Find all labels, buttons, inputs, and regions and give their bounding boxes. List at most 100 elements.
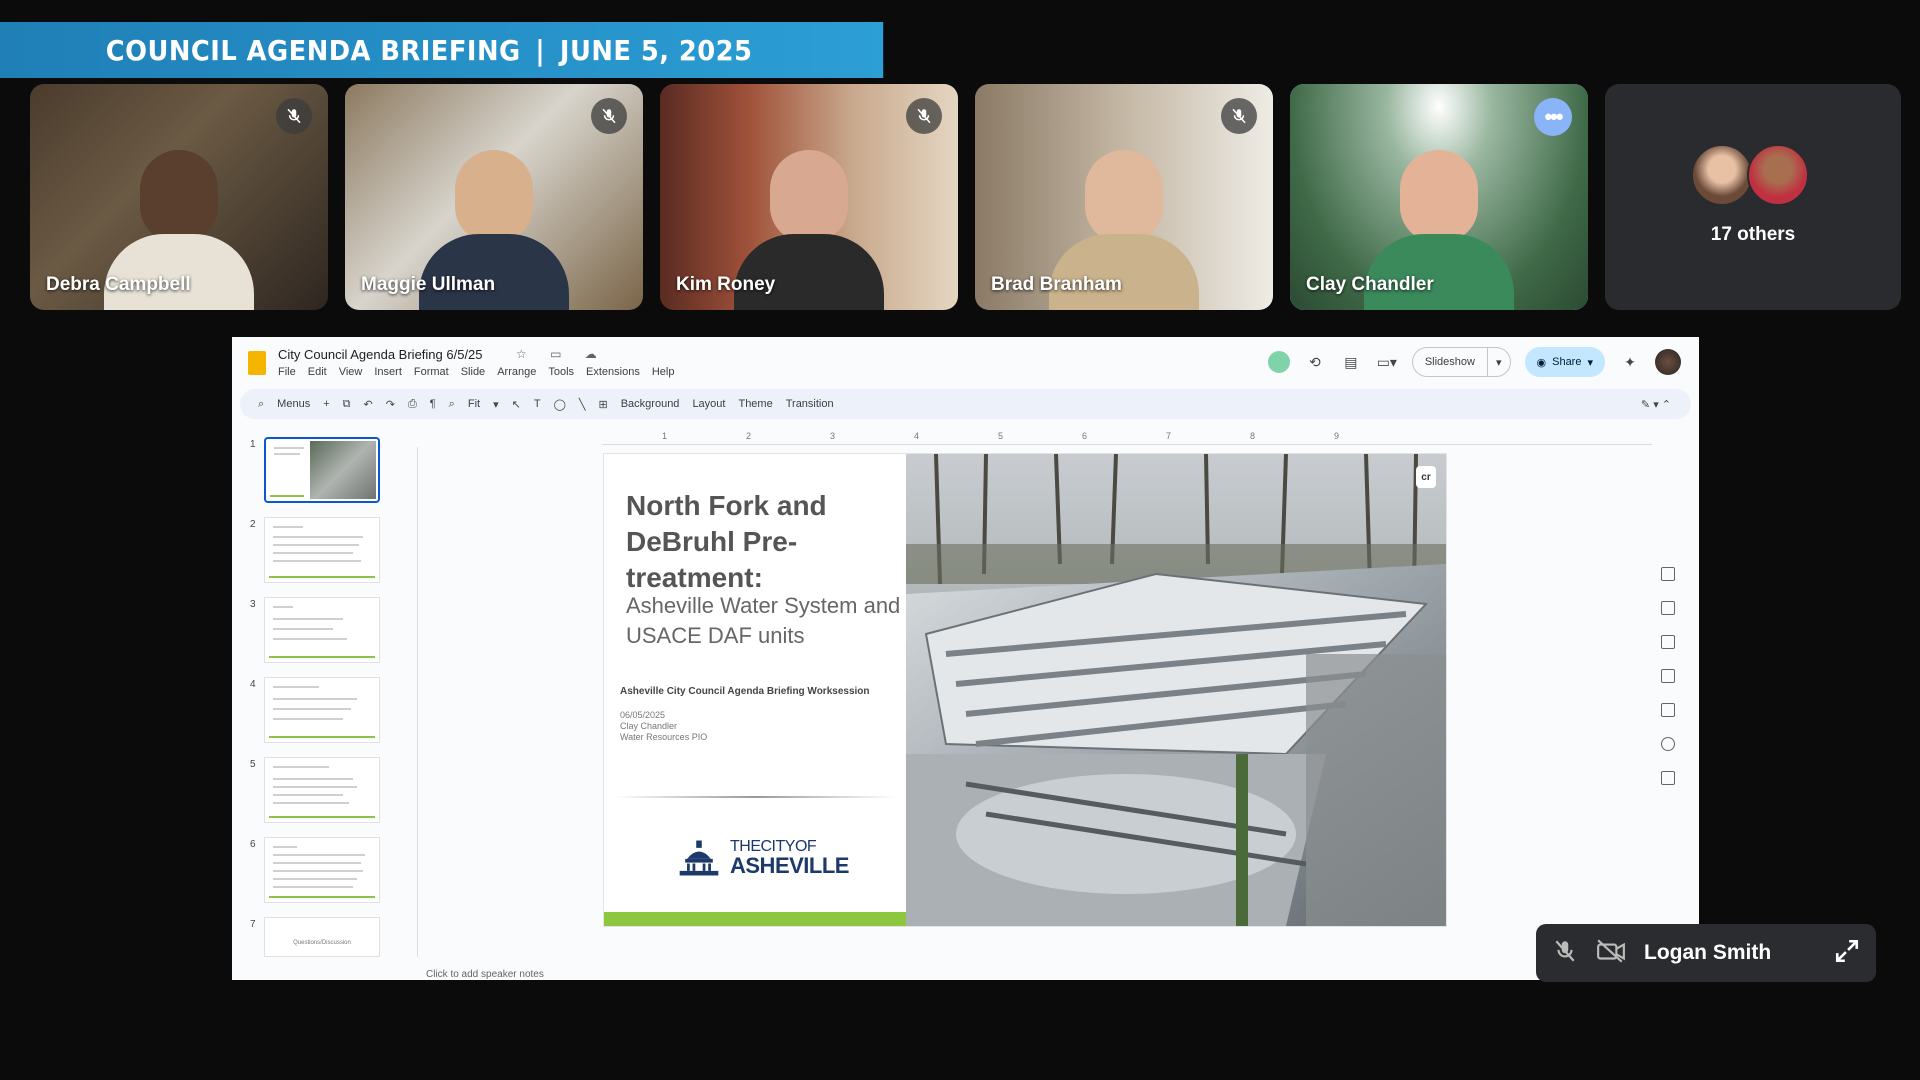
chevron-down-icon: ▾ [1587,356,1593,369]
addon-icon[interactable] [1661,771,1675,785]
slide-thumbnail[interactable]: Questions/Discussion [264,917,380,957]
maps-icon[interactable] [1661,737,1675,751]
zoom-icon[interactable]: ⌕ [449,398,455,411]
ruler-mark: 8 [1250,431,1256,441]
tasks-icon[interactable] [1661,601,1675,615]
calendar-icon[interactable] [1661,669,1675,683]
others-tile[interactable]: 17 others [1605,84,1901,310]
menu-edit[interactable]: Edit [308,366,327,378]
paint-format-icon[interactable]: ¶ [430,398,436,410]
camera-off-icon[interactable] [1596,938,1626,969]
slide-thumbnail[interactable] [264,597,380,663]
menu-format[interactable]: Format [414,366,449,378]
theme-button[interactable]: Theme [738,398,772,410]
menu-slide[interactable]: Slide [461,366,485,378]
expand-icon[interactable] [1834,938,1860,969]
shape-icon[interactable]: ◯ [554,398,566,411]
participant-name: Maggie Ullman [361,274,496,295]
slides-logo-icon[interactable] [248,351,266,375]
slide-meta[interactable]: 06/05/2025 Clay Chandler Water Resources… [620,710,707,743]
user-avatar[interactable] [1655,349,1681,375]
zoom-select[interactable]: Fit [468,398,480,410]
keep-icon[interactable] [1661,567,1675,581]
background-button[interactable]: Background [621,398,680,410]
chevron-down-icon[interactable]: ▾ [493,398,499,411]
edit-mode-icon[interactable]: ✎ ▾ ⌃ [1641,398,1671,411]
slide-thumbnail[interactable] [264,677,380,743]
print-icon[interactable]: ⎙ [408,398,417,411]
meeting-screen: COUNCIL AGENDA BRIEFING | JUNE 5, 2025 D… [0,0,1920,1080]
menu-arrange[interactable]: Arrange [497,366,536,378]
avatar [1691,144,1753,206]
vertical-ruler [408,447,418,957]
history-icon[interactable]: ⟲ [1304,351,1326,373]
participant-name: Clay Chandler [1306,274,1434,295]
menu-help[interactable]: Help [652,366,675,378]
search-icon[interactable]: ⌕ [258,398,264,411]
menu-bar: File Edit View Insert Format Slide Arran… [278,366,674,378]
participant-tile[interactable]: Maggie Ullman [345,84,643,310]
slide-photo[interactable]: cr [906,454,1446,926]
contacts-icon[interactable] [1661,635,1675,649]
ruler-mark: 2 [746,431,752,441]
menu-insert[interactable]: Insert [374,366,402,378]
speaker-notes[interactable]: Click to add speaker notes [426,969,544,980]
menus-search[interactable]: Menus [277,398,310,410]
self-view-tile[interactable]: Logan Smith [1536,924,1876,982]
add-slide-icon[interactable]: ⧉ [343,398,351,411]
slide-thumbnail[interactable] [264,837,380,903]
undo-icon[interactable]: ↶ [364,398,373,411]
slide-subtitle[interactable]: Asheville Water System and USACE DAF uni… [626,591,906,651]
menu-tools[interactable]: Tools [548,366,574,378]
redo-icon[interactable]: ↷ [386,398,395,411]
line-icon[interactable]: ╲ [579,398,586,411]
gemini-icon[interactable]: ✦ [1619,351,1641,373]
menu-extensions[interactable]: Extensions [586,366,640,378]
participant-tile[interactable]: Debra Campbell [30,84,328,310]
comments-icon[interactable]: ▤ [1340,351,1362,373]
daf-units-photo [906,454,1446,926]
chevron-down-icon[interactable]: ▾ [1486,348,1510,376]
shared-screen-slides: City Council Agenda Briefing 6/5/25 ☆ ▭ … [232,337,1699,980]
city-logo: THECITYOF ASHEVILLE [676,839,849,877]
city-hall-icon [679,840,719,876]
slide-thumbnail[interactable] [264,757,380,823]
participant-strip: Debra Campbell Maggie Ullman Kim Roney B… [30,84,1901,310]
menu-view[interactable]: View [339,366,363,378]
doc-action-icons[interactable]: ☆ ▭ ☁ [516,347,607,361]
document-title[interactable]: City Council Agenda Briefing 6/5/25 [278,347,483,362]
thumbnail-number: 1 [250,439,256,450]
thumbnail-number: 6 [250,839,256,850]
slide-briefing-label[interactable]: Asheville City Council Agenda Briefing W… [620,686,870,697]
transition-button[interactable]: Transition [786,398,834,410]
slide-canvas[interactable]: North Fork and DeBruhl Pre-treatment: As… [604,454,1446,926]
meet-icon[interactable]: ▭▾ [1376,351,1398,373]
participant-tile[interactable]: Brad Branham [975,84,1273,310]
slide-thumbnail[interactable] [264,517,380,583]
collaborator-avatar[interactable] [1267,351,1290,373]
muted-mic-icon [591,98,627,134]
ruler-mark: 9 [1334,431,1340,441]
participant-name: Debra Campbell [46,274,191,295]
participant-name: Brad Branham [991,274,1122,295]
broadcast-banner: COUNCIL AGENDA BRIEFING | JUNE 5, 2025 [0,22,884,78]
participant-tile-active[interactable]: ••• Clay Chandler [1290,84,1588,310]
slide-thumbnail[interactable] [264,437,380,503]
divider [614,796,896,798]
participant-tile[interactable]: Kim Roney [660,84,958,310]
slideshow-button[interactable]: Slideshow ▾ [1411,347,1511,377]
share-button[interactable]: ◉ Share ▾ [1524,347,1605,377]
muted-mic-icon [276,98,312,134]
menu-file[interactable]: File [278,366,296,378]
more-options-icon[interactable]: ••• [1534,98,1572,136]
thumbnail-number: 3 [250,599,256,610]
drive-icon[interactable] [1661,703,1675,717]
banner-date: JUNE 5, 2025 [559,33,753,67]
slide-title[interactable]: North Fork and DeBruhl Pre-treatment: [626,488,896,596]
text-box-icon[interactable]: T [534,398,541,410]
muted-mic-icon[interactable] [1552,938,1578,969]
comment-add-icon[interactable]: ⊞ [599,398,608,411]
layout-button[interactable]: Layout [692,398,725,410]
select-cursor-icon[interactable]: ↖ [512,398,521,411]
new-slide-icon[interactable]: + [323,398,329,410]
